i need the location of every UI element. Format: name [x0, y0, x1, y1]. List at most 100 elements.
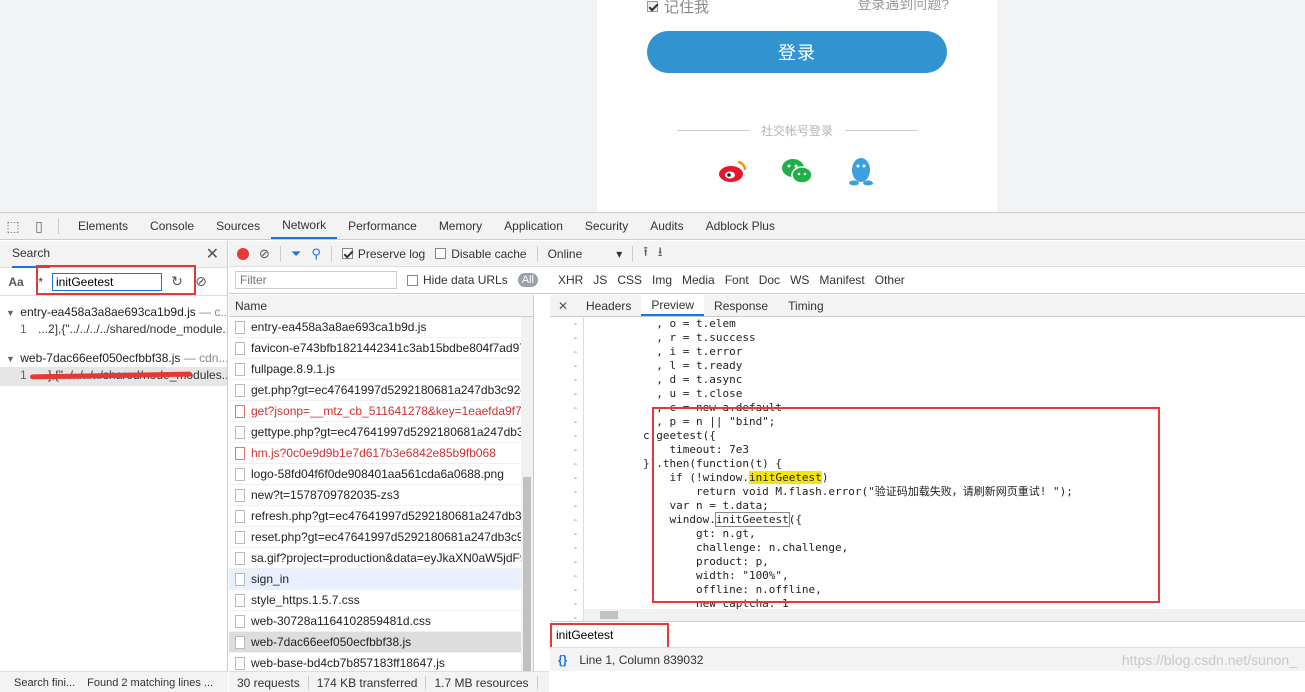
- wechat-icon[interactable]: [781, 155, 813, 187]
- tab-console[interactable]: Console: [139, 213, 205, 239]
- clear-icon[interactable]: ⊘: [259, 246, 270, 262]
- request-row[interactable]: fullpage.8.9.1.js: [229, 359, 533, 380]
- match-case-toggle[interactable]: Aa: [6, 275, 26, 289]
- scrollbar[interactable]: [584, 609, 1305, 621]
- request-row[interactable]: sign_in: [229, 569, 533, 590]
- qq-icon[interactable]: [845, 155, 877, 187]
- divider: [330, 245, 332, 262]
- filter-doc[interactable]: Doc: [759, 273, 780, 287]
- tab-memory[interactable]: Memory: [428, 213, 493, 239]
- gutter-marker: -: [572, 345, 579, 358]
- request-row[interactable]: hm.js?0c0e9d9b1e7d617b3e6842e85b9fb068: [229, 443, 533, 464]
- request-row[interactable]: sa.gif?project=production&data=eyJkaXN0a…: [229, 548, 533, 569]
- hide-data-urls-checkbox[interactable]: Hide data URLs: [407, 273, 508, 287]
- tab-preview[interactable]: Preview: [641, 295, 705, 316]
- search-icon[interactable]: ⚲: [311, 246, 321, 262]
- filter-media[interactable]: Media: [682, 273, 715, 287]
- code-preview[interactable]: ---------------------- , o = t.elem , r …: [550, 317, 1305, 621]
- gutter-marker: -: [572, 331, 579, 344]
- scrollbar[interactable]: [521, 317, 533, 671]
- export-har-icon[interactable]: ⭳: [658, 243, 663, 265]
- tab-audits[interactable]: Audits: [639, 213, 694, 239]
- result-line[interactable]: 1 ...2],{"../../../../shared/node_module…: [0, 321, 227, 340]
- file-icon: [235, 404, 245, 418]
- weibo-icon[interactable]: [717, 155, 749, 187]
- checkbox-box[interactable]: [341, 248, 353, 259]
- gutter-marker: -: [572, 541, 579, 554]
- close-icon[interactable]: ✕: [550, 295, 576, 316]
- tab-network[interactable]: Network: [271, 213, 338, 239]
- request-row[interactable]: entry-ea458a3a8ae693ca1b9d.js: [229, 317, 533, 338]
- request-row[interactable]: web-30728a1164102859481d.css: [229, 611, 533, 632]
- tab-adblock-plus[interactable]: Adblock Plus: [695, 213, 786, 239]
- gutter-marker: -: [572, 569, 579, 582]
- filter-img[interactable]: Img: [652, 273, 672, 287]
- request-row[interactable]: web-base-bd4cb7b857183ff18647.js: [229, 653, 533, 671]
- login-button[interactable]: 登录: [647, 31, 947, 73]
- file-icon: [235, 530, 245, 544]
- request-row[interactable]: get?jsonp=__mtz_cb_511641278&key=1eaefda…: [229, 401, 533, 422]
- close-icon[interactable]: ✕: [206, 244, 219, 264]
- search-status: Search fini... Found 2 matching lines ..…: [0, 671, 228, 692]
- tab-performance[interactable]: Performance: [337, 213, 428, 239]
- request-name: fullpage.8.9.1.js: [251, 362, 336, 376]
- request-row[interactable]: new?t=1578709782035-zs3: [229, 485, 533, 506]
- file-icon: [235, 572, 245, 586]
- checkbox-box[interactable]: [407, 274, 418, 286]
- request-row[interactable]: refresh.php?gt=ec47641997d5292180681a247…: [229, 506, 533, 527]
- filter-css[interactable]: CSS: [617, 273, 642, 287]
- scrollbar-thumb[interactable]: [523, 477, 531, 671]
- tab-timing[interactable]: Timing: [778, 295, 834, 316]
- code-text: , o = t.elem: [590, 317, 736, 330]
- annotation-box: [652, 407, 1160, 603]
- result-file[interactable]: ▼ entry-ea458a3a8ae693ca1b9d.js — c...: [0, 302, 227, 321]
- tab-security[interactable]: Security: [574, 213, 639, 239]
- disable-cache-checkbox[interactable]: Disable cache: [435, 247, 527, 261]
- inspect-element-icon[interactable]: ⬚: [0, 213, 26, 239]
- tab-sources[interactable]: Sources: [205, 213, 271, 239]
- device-toolbar-icon[interactable]: ▯: [26, 213, 52, 239]
- expand-triangle-icon[interactable]: ▼: [6, 308, 15, 318]
- request-row[interactable]: gettype.php?gt=ec47641997d5292180681a247…: [229, 422, 533, 443]
- checkbox-box[interactable]: [435, 248, 447, 259]
- request-row[interactable]: favicon-e743bfb1821442341c3ab15bdbe804f7…: [229, 338, 533, 359]
- login-trouble-link[interactable]: 登录遇到问题?: [857, 0, 949, 14]
- tab-elements[interactable]: Elements: [67, 213, 139, 239]
- filter-js[interactable]: JS: [593, 273, 607, 287]
- request-name: favicon-e743bfb1821442341c3ab15bdbe804f7…: [251, 341, 533, 355]
- request-row[interactable]: style_https.1.5.7.css: [229, 590, 533, 611]
- filter-manifest[interactable]: Manifest: [819, 273, 864, 287]
- request-row[interactable]: logo-58fd04f6f0de908401aa561cda6a0688.pn…: [229, 464, 533, 485]
- import-har-icon[interactable]: ⭱: [643, 243, 648, 265]
- expand-triangle-icon[interactable]: ▼: [6, 354, 15, 364]
- name-column-header[interactable]: Name: [229, 295, 533, 317]
- filter-icon[interactable]: ⏷: [291, 246, 301, 262]
- filter-xhr[interactable]: XHR: [558, 273, 583, 287]
- record-icon[interactable]: [237, 247, 249, 260]
- tab-headers[interactable]: Headers: [576, 295, 641, 316]
- pretty-print-icon[interactable]: {}: [558, 653, 567, 667]
- divider: [845, 130, 918, 131]
- remember-checkbox[interactable]: [647, 1, 658, 12]
- throttle-select[interactable]: Online ▾: [548, 247, 623, 261]
- filter-all[interactable]: All: [517, 273, 538, 287]
- remember-me[interactable]: 记住我: [647, 0, 709, 17]
- gutter-marker: -: [572, 597, 579, 610]
- filter-font[interactable]: Font: [725, 273, 749, 287]
- gutter-marker: -: [572, 401, 579, 414]
- request-row[interactable]: reset.php?gt=ec47641997d5292180681a247db…: [229, 527, 533, 548]
- file-icon: [235, 635, 245, 649]
- scrollbar-thumb[interactable]: [600, 611, 618, 619]
- annotation-box: [36, 265, 196, 295]
- request-row[interactable]: get.php?gt=ec47641997d5292180681a247db3c…: [229, 380, 533, 401]
- request-row[interactable]: web-7dac66eef050ecfbbf38.js: [229, 632, 533, 653]
- filter-ws[interactable]: WS: [790, 273, 809, 287]
- tab-response[interactable]: Response: [704, 295, 778, 316]
- preserve-log-checkbox[interactable]: Preserve log: [341, 247, 425, 261]
- result-file[interactable]: ▼ web-7dac66eef050ecfbbf38.js — cdn...: [0, 348, 227, 367]
- watermark: https://blog.csdn.net/sunon_: [1121, 652, 1297, 668]
- tab-application[interactable]: Application: [493, 213, 574, 239]
- filter-other[interactable]: Other: [875, 273, 905, 287]
- search-title[interactable]: Search: [12, 241, 51, 268]
- filter-input[interactable]: [235, 271, 397, 289]
